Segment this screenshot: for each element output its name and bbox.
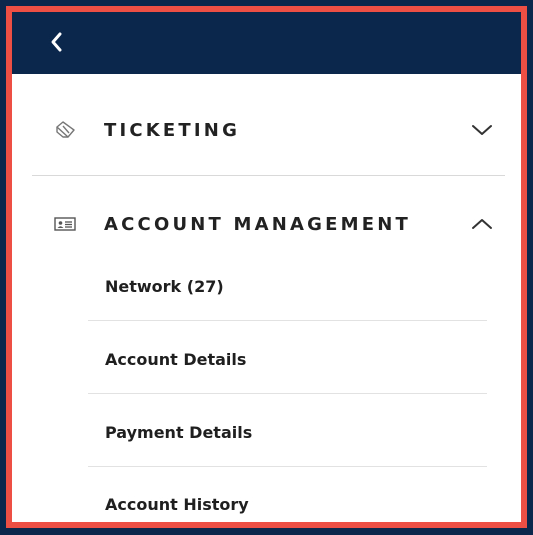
section-account-management-label: ACCOUNT MANAGEMENT — [104, 213, 411, 235]
section-divider — [32, 175, 505, 176]
menu-item-label: Account History — [105, 494, 249, 514]
menu-item-label: Account Details — [105, 349, 247, 369]
menu-item-payment-details[interactable]: Payment Details — [88, 408, 487, 456]
section-ticketing[interactable]: TICKETING — [12, 106, 521, 154]
item-divider — [88, 466, 487, 467]
ticket-icon — [54, 119, 76, 141]
menu-header-bar — [12, 12, 521, 74]
menu-item-label: Network (27) — [105, 276, 224, 296]
back-button[interactable] — [44, 26, 68, 58]
chevron-up-icon[interactable] — [469, 211, 495, 237]
section-ticketing-label: TICKETING — [104, 119, 241, 141]
id-card-icon — [54, 213, 76, 235]
side-menu-panel: TICKETING ACCOUNT MANAGEMENT Network (27… — [6, 6, 527, 528]
item-divider — [88, 320, 487, 321]
section-account-management[interactable]: ACCOUNT MANAGEMENT — [12, 200, 521, 248]
menu-item-account-history[interactable]: Account History — [88, 480, 487, 522]
menu-item-account-details[interactable]: Account Details — [88, 335, 487, 383]
menu-item-label: Payment Details — [105, 422, 253, 442]
chevron-down-icon[interactable] — [469, 117, 495, 143]
menu-item-network[interactable]: Network (27) — [88, 262, 487, 310]
item-divider — [88, 393, 487, 394]
chevron-left-icon — [51, 32, 62, 52]
